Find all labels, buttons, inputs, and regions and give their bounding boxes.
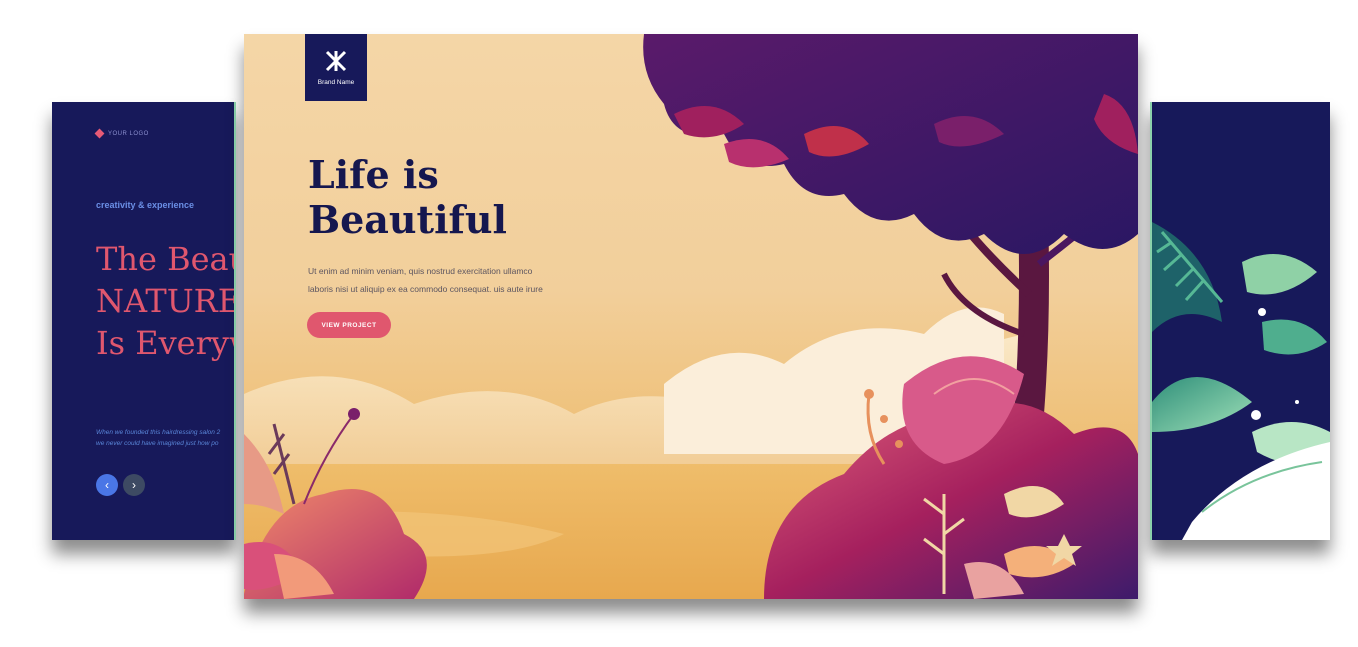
left-slide-logo: YOUR LOGO [94, 128, 149, 139]
left-slide-body: When we founded this hairdressing salon … [96, 427, 234, 449]
headline-line: NATURE [96, 282, 236, 320]
hero-description: Ut enim ad minim veniam, quis nostrud ex… [308, 262, 588, 298]
main-slide: Brand Name Life is Beautiful Ut enim ad … [244, 34, 1138, 599]
logo-mark-icon [94, 128, 105, 139]
headline-line: Is Everyw [96, 324, 234, 362]
hero-text-line: laboris nisi ut aliquip ex ea commodo co… [308, 284, 543, 294]
hero-title-line: Beautiful [308, 197, 507, 242]
brand-name: Brand Name [317, 79, 355, 86]
body-line: When we founded this hairdressing salon … [96, 429, 221, 436]
body-line: we never could have imagined just how po [96, 440, 219, 447]
view-project-button[interactable]: VIEW PROJECT [307, 312, 391, 338]
chevron-right-icon: › [132, 478, 136, 492]
brand-mark-icon [325, 50, 347, 72]
hero-title-line: Life is [308, 152, 439, 197]
logo-text: YOUR LOGO [108, 130, 149, 137]
hero-title: Life is Beautiful [308, 152, 507, 242]
jungle-illustration [1152, 102, 1330, 540]
next-arrow-button[interactable]: › [123, 474, 145, 496]
left-slide-preview[interactable]: YOUR LOGO creativity & experience The Be… [52, 102, 236, 540]
hero-text-line: Ut enim ad minim veniam, quis nostrud ex… [308, 266, 533, 276]
prev-arrow-button[interactable]: ‹ [96, 474, 118, 496]
slider-arrows: ‹ › [96, 474, 145, 496]
left-slide-headline: The Beau NATURE Is Everyw [96, 238, 236, 364]
brand-logo[interactable]: Brand Name [305, 34, 367, 101]
chevron-left-icon: ‹ [105, 478, 109, 492]
headline-line: The Beau [96, 240, 236, 278]
left-slide-tagline: creativity & experience [96, 200, 195, 210]
right-slide-preview[interactable] [1150, 102, 1330, 540]
